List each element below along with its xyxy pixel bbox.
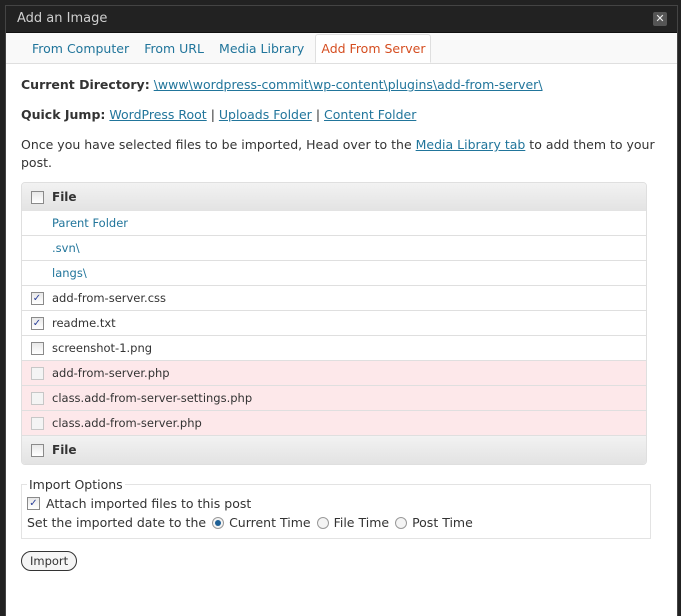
file-time-label: File Time <box>333 515 390 530</box>
import-options-legend: Import Options <box>29 477 123 492</box>
current-time-radio[interactable] <box>212 516 225 529</box>
file-column-header: File <box>52 190 77 204</box>
separator: | <box>315 107 321 122</box>
quick-jump-uploads-folder[interactable]: Uploads Folder <box>219 107 312 122</box>
file-checkbox[interactable] <box>30 341 44 355</box>
current-directory: Current Directory: \www\wordpress-commit… <box>21 76 662 94</box>
current-directory-path-link[interactable]: \www\wordpress-commit\wp-content\plugins… <box>154 77 543 92</box>
quick-jump-content-folder[interactable]: Content Folder <box>324 107 416 122</box>
quick-jump-wordpress-root[interactable]: WordPress Root <box>109 107 206 122</box>
import-button[interactable]: Import <box>21 551 78 571</box>
folder-link[interactable]: Parent Folder <box>52 216 128 230</box>
file-name: class.add-from-server-settings.php <box>52 391 253 405</box>
date-option: Set the imported date to the Current Tim… <box>27 513 645 532</box>
tab-from-url[interactable]: From URL <box>140 34 208 64</box>
separator: | <box>210 107 215 122</box>
file-name: screenshot-1.png <box>52 341 153 355</box>
table-row[interactable]: langs\ <box>22 260 646 285</box>
media-library-tab-link[interactable]: Media Library tab <box>416 137 526 152</box>
table-row[interactable]: class.add-from-server-settings.php <box>22 385 646 410</box>
table-row[interactable]: class.add-from-server.php <box>22 410 646 435</box>
file-checkbox[interactable]: ✓ <box>30 316 44 330</box>
post-time-label: Post Time <box>412 515 473 530</box>
import-options: Import Options ✓ Attach imported files t… <box>21 477 651 539</box>
table-row[interactable]: ✓ add-from-server.css <box>22 285 646 310</box>
tab-bar: From Computer From URL Media Library Add… <box>6 33 677 64</box>
date-label: Set the imported date to the <box>27 515 207 530</box>
file-name: add-from-server.php <box>52 366 170 380</box>
table-row[interactable]: ✓ readme.txt <box>22 310 646 335</box>
file-time-radio[interactable] <box>316 516 329 529</box>
file-checkbox[interactable]: ✓ <box>30 291 44 305</box>
table-footer: File <box>22 435 646 464</box>
table-header: File <box>22 183 646 211</box>
select-all-checkbox-footer[interactable] <box>30 443 44 457</box>
table-row[interactable]: .svn\ <box>22 235 646 260</box>
file-checkbox <box>30 366 44 380</box>
file-name: add-from-server.css <box>52 291 167 305</box>
dialog-titlebar: Add an Image ✕ <box>6 6 677 33</box>
folder-link[interactable]: langs\ <box>52 266 87 280</box>
tab-add-from-server[interactable]: Add From Server <box>315 34 432 63</box>
select-all-checkbox[interactable] <box>30 190 44 204</box>
tab-from-computer[interactable]: From Computer <box>28 34 133 64</box>
folder-link[interactable]: .svn\ <box>52 241 80 255</box>
current-directory-label: Current Directory: <box>21 77 150 92</box>
table-row[interactable]: Parent Folder <box>22 211 646 235</box>
table-row[interactable]: screenshot-1.png <box>22 335 646 360</box>
file-column-footer: File <box>52 443 77 457</box>
file-name: readme.txt <box>52 316 116 330</box>
file-checkbox <box>30 391 44 405</box>
file-name: class.add-from-server.php <box>52 416 202 430</box>
dialog-title: Add an Image <box>17 11 108 26</box>
current-time-label: Current Time <box>229 515 311 530</box>
quick-jump-label: Quick Jump: <box>21 107 106 122</box>
file-checkbox <box>30 416 44 430</box>
dialog-content: Current Directory: \www\wordpress-commit… <box>6 64 677 571</box>
close-icon[interactable]: ✕ <box>653 12 667 26</box>
file-table: File Parent Folder .svn\ langs\ ✓ add-from-s… <box>21 182 647 465</box>
post-time-radio[interactable] <box>395 516 408 529</box>
attach-option: ✓ Attach imported files to this post <box>27 494 645 513</box>
add-image-dialog: Add an Image ✕ From Computer From URL Me… <box>5 5 678 616</box>
tab-media-library[interactable]: Media Library <box>215 34 308 64</box>
table-row[interactable]: add-from-server.php <box>22 360 646 385</box>
notice-text: Once you have selected files to be impor… <box>21 136 662 172</box>
quick-jump: Quick Jump: WordPress Root | Uploads Fol… <box>21 106 662 124</box>
notice-before: Once you have selected files to be impor… <box>21 137 416 152</box>
attach-files-label: Attach imported files to this post <box>46 496 252 511</box>
attach-files-checkbox[interactable]: ✓ <box>27 497 40 510</box>
